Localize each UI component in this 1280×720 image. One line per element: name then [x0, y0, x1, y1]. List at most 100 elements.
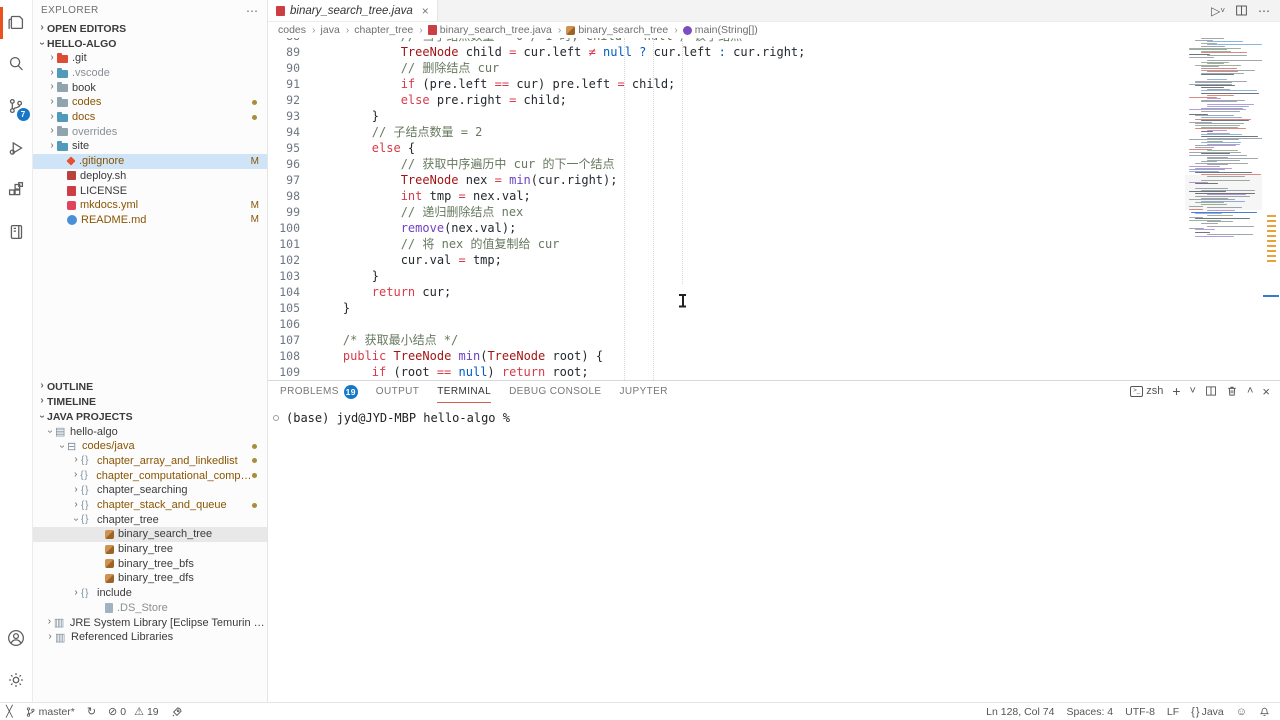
- tree-item[interactable]: README.md M: [33, 213, 267, 228]
- breadcrumb-item[interactable]: binary_search_tree.java: [428, 24, 565, 36]
- code-line[interactable]: 92 else pre.right = child;: [268, 92, 1185, 108]
- tree-item[interactable]: › docs: [33, 110, 267, 125]
- breadcrumb-item[interactable]: chapter_tree: [354, 24, 425, 36]
- encoding-status[interactable]: UTF-8: [1125, 706, 1155, 718]
- code-line[interactable]: 95 else {: [268, 140, 1185, 156]
- code-line[interactable]: 91 if (pre.left == cur) pre.left = child…: [268, 76, 1185, 92]
- search-tab[interactable]: [0, 44, 33, 86]
- account-button[interactable]: [0, 618, 33, 660]
- run-button[interactable]: ▷˅: [1211, 4, 1225, 18]
- tree-item[interactable]: binary_search_tree: [33, 527, 267, 542]
- tree-item[interactable]: binary_tree_dfs: [33, 571, 267, 586]
- tab-binary-search-tree[interactable]: binary_search_tree.java ×: [268, 0, 438, 21]
- tree-item[interactable]: .gitignore M: [33, 154, 267, 169]
- code-line[interactable]: 96 // 获取中序遍历中 cur 的下一个结点: [268, 156, 1185, 172]
- source-control-tab[interactable]: 7: [0, 86, 33, 128]
- tree-item[interactable]: mkdocs.yml M: [33, 198, 267, 213]
- panel-tab[interactable]: JUPYTER: [620, 381, 668, 403]
- java-status[interactable]: [171, 706, 183, 718]
- shell-selector[interactable]: >_ zsh: [1130, 385, 1163, 397]
- code-line[interactable]: 101 // 将 nex 的值复制给 cur: [268, 236, 1185, 252]
- tree-item[interactable]: › chapter_array_and_linkedlist: [33, 454, 267, 469]
- indentation-status[interactable]: Spaces: 4: [1066, 706, 1113, 718]
- breadcrumb-item[interactable]: main(String[]): [683, 24, 758, 36]
- close-icon[interactable]: ×: [422, 4, 429, 18]
- code-line[interactable]: 98 int tmp = nex.val;: [268, 188, 1185, 204]
- new-terminal-button[interactable]: +: [1172, 383, 1180, 399]
- git-branch-status[interactable]: master*: [25, 706, 75, 718]
- tree-item[interactable]: › JRE System Library [Eclipse Temurin 17…: [33, 615, 267, 630]
- tree-item[interactable]: › codes: [33, 95, 267, 110]
- panel-tab[interactable]: PROBLEMS 19: [280, 381, 358, 403]
- terminal[interactable]: (base) jyd@JYD-MBP hello-algo %: [268, 403, 1280, 702]
- panel-tab[interactable]: DEBUG CONSOLE: [509, 381, 601, 403]
- eol-status[interactable]: LF: [1167, 706, 1179, 718]
- tree-item[interactable]: › include: [33, 586, 267, 601]
- terminal-dropdown-icon[interactable]: ˅: [1190, 385, 1196, 397]
- notebook-tab[interactable]: [0, 212, 33, 254]
- code-editor[interactable]: 88 // 当子结点数量 = 0 / 1 时, child = null / 该…: [268, 38, 1280, 380]
- tree-item[interactable]: › Referenced Libraries: [33, 630, 267, 645]
- breadcrumb-item[interactable]: java: [321, 24, 353, 36]
- code-line[interactable]: 107 /* 获取最小结点 */: [268, 332, 1185, 348]
- section-open-editors[interactable]: › OPEN EDITORS: [33, 21, 267, 36]
- section-java-projects[interactable]: › JAVA PROJECTS: [33, 409, 267, 424]
- split-terminal-icon[interactable]: [1205, 385, 1217, 397]
- more-actions-icon[interactable]: ⋯: [1258, 4, 1270, 18]
- tree-item[interactable]: LICENSE: [33, 183, 267, 198]
- breadcrumb-item[interactable]: codes: [278, 24, 319, 36]
- tree-item[interactable]: › overrides: [33, 124, 267, 139]
- breadcrumb-item[interactable]: binary_search_tree: [566, 24, 680, 36]
- code-line[interactable]: 94 // 子结点数量 = 2: [268, 124, 1185, 140]
- code-line[interactable]: 90 // 删除结点 cur: [268, 60, 1185, 76]
- code-line[interactable]: 108 public TreeNode min(TreeNode root) {: [268, 348, 1185, 364]
- cursor-position-status[interactable]: Ln 128, Col 74: [986, 706, 1054, 718]
- tree-item[interactable]: › hello-algo: [33, 424, 267, 439]
- tree-item[interactable]: › chapter_computational_complexity: [33, 468, 267, 483]
- problems-status[interactable]: ⊘0 ⚠19: [108, 705, 159, 718]
- tree-item[interactable]: › chapter_searching: [33, 483, 267, 498]
- tree-item[interactable]: › book: [33, 80, 267, 95]
- tree-item[interactable]: › site: [33, 139, 267, 154]
- minimap[interactable]: [1185, 38, 1262, 380]
- section-outline[interactable]: › OUTLINE: [33, 379, 267, 394]
- section-timeline[interactable]: › TIMELINE: [33, 394, 267, 409]
- code-line[interactable]: 102 cur.val = tmp;: [268, 252, 1185, 268]
- kill-terminal-icon[interactable]: [1226, 385, 1238, 397]
- settings-button[interactable]: [0, 660, 33, 702]
- code-line[interactable]: 106: [268, 316, 1185, 332]
- tree-item[interactable]: › .git: [33, 51, 267, 66]
- code-line[interactable]: 103 }: [268, 268, 1185, 284]
- sync-status[interactable]: ↻: [87, 705, 96, 718]
- code-line[interactable]: 104 return cur;: [268, 284, 1185, 300]
- code-line[interactable]: 109 if (root == null) return root;: [268, 364, 1185, 380]
- code-line[interactable]: 93 }: [268, 108, 1185, 124]
- tree-item[interactable]: › .vscode: [33, 66, 267, 81]
- tree-item[interactable]: binary_tree: [33, 542, 267, 557]
- section-hello-algo[interactable]: › HELLO-ALGO: [33, 36, 267, 51]
- tree-item[interactable]: .DS_Store: [33, 601, 267, 616]
- code-line[interactable]: 105 }: [268, 300, 1185, 316]
- explorer-tab[interactable]: [0, 2, 33, 44]
- run-debug-tab[interactable]: [0, 128, 33, 170]
- tree-item[interactable]: binary_tree_bfs: [33, 556, 267, 571]
- code-line[interactable]: 89 TreeNode child = cur.left ≠ null ? cu…: [268, 44, 1185, 60]
- code-line[interactable]: 97 TreeNode nex = min(cur.right);: [268, 172, 1185, 188]
- split-editor-icon[interactable]: [1235, 4, 1248, 17]
- maximize-panel-icon[interactable]: ˄: [1247, 385, 1253, 397]
- sidebar-more-actions[interactable]: ⋯: [246, 4, 259, 18]
- tree-item[interactable]: › chapter_stack_and_queue: [33, 498, 267, 513]
- panel-tab[interactable]: TERMINAL: [437, 381, 491, 403]
- feedback-button[interactable]: ☺: [1236, 706, 1247, 718]
- remote-indicator[interactable]: ╳: [6, 705, 13, 718]
- code-line[interactable]: 99 // 递归删除结点 nex: [268, 204, 1185, 220]
- code-line[interactable]: 100 remove(nex.val);: [268, 220, 1185, 236]
- tree-item[interactable]: deploy.sh: [33, 169, 267, 184]
- close-panel-icon[interactable]: ×: [1262, 384, 1270, 399]
- overview-ruler[interactable]: [1262, 38, 1280, 380]
- language-status[interactable]: { } Java: [1191, 706, 1224, 718]
- tree-item[interactable]: › codes/java: [33, 439, 267, 454]
- extensions-tab[interactable]: [0, 170, 33, 212]
- tree-item[interactable]: › chapter_tree: [33, 512, 267, 527]
- notifications-button[interactable]: [1259, 706, 1270, 718]
